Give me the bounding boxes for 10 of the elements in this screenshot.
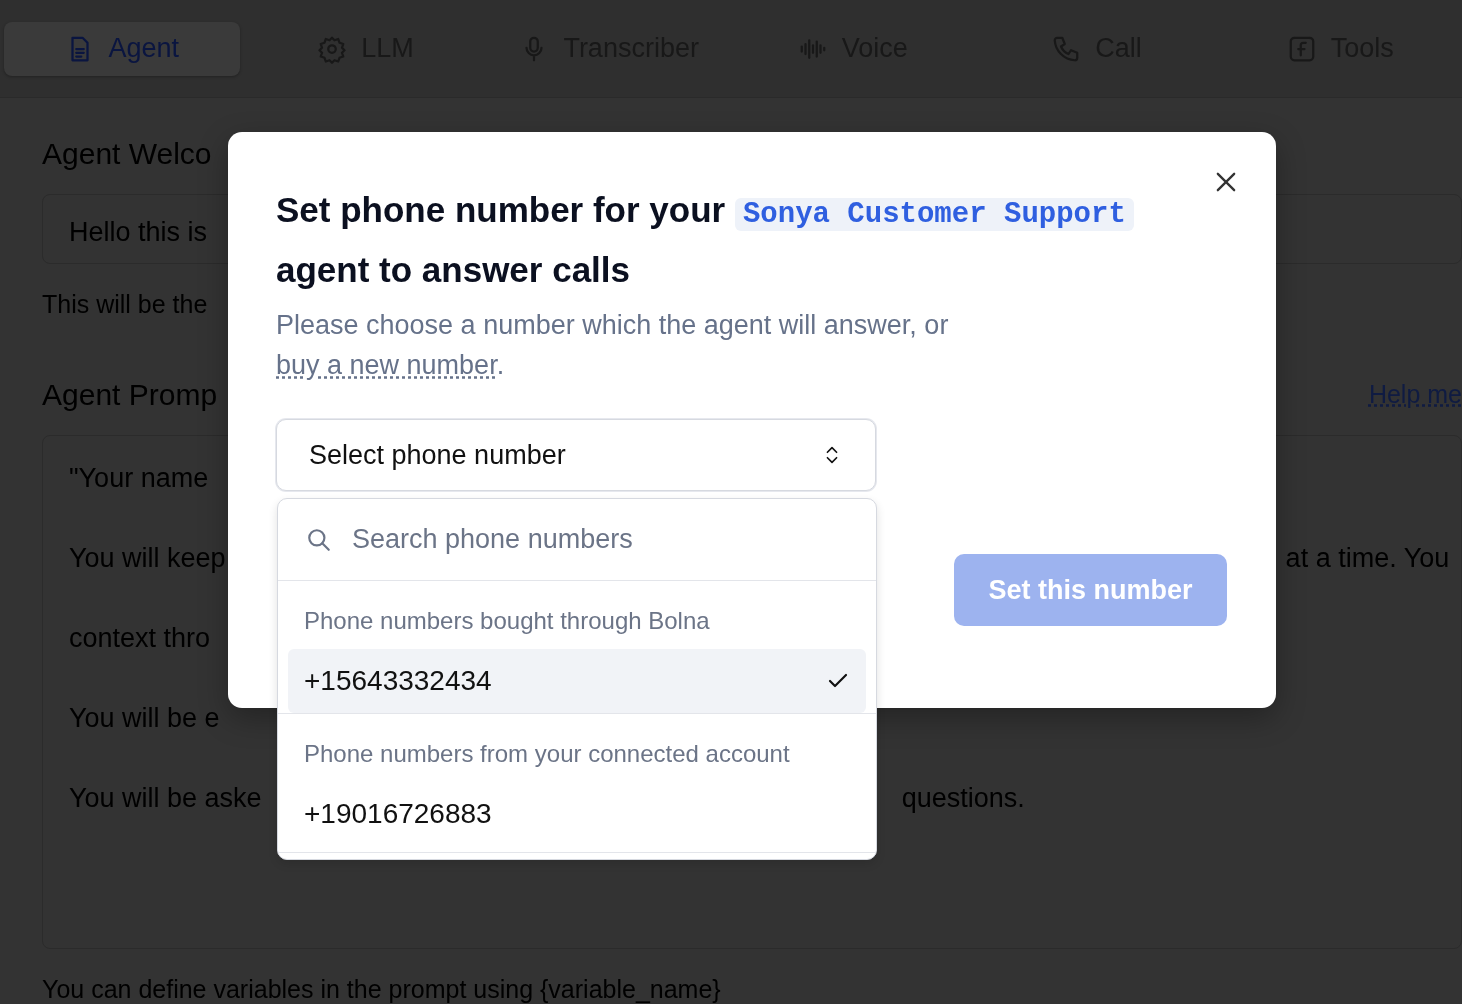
phone-option[interactable]: +15643332434 [288, 649, 866, 713]
buy-number-link[interactable]: buy a new number [276, 350, 497, 380]
dialog-title: Set phone number for your [276, 190, 726, 229]
phone-select[interactable]: Select phone number [276, 419, 876, 491]
group-heading: Phone numbers bought through Bolna [303, 606, 711, 636]
group-heading: Phone numbers from your connected account [303, 739, 791, 769]
agent-name: Sonya Customer Support [734, 198, 1134, 231]
search-icon [306, 526, 332, 553]
dialog-description: Please choose a number which the agent will answer, or buy a new number. [276, 309, 950, 382]
dialog-title: agent to answer calls [276, 250, 631, 289]
